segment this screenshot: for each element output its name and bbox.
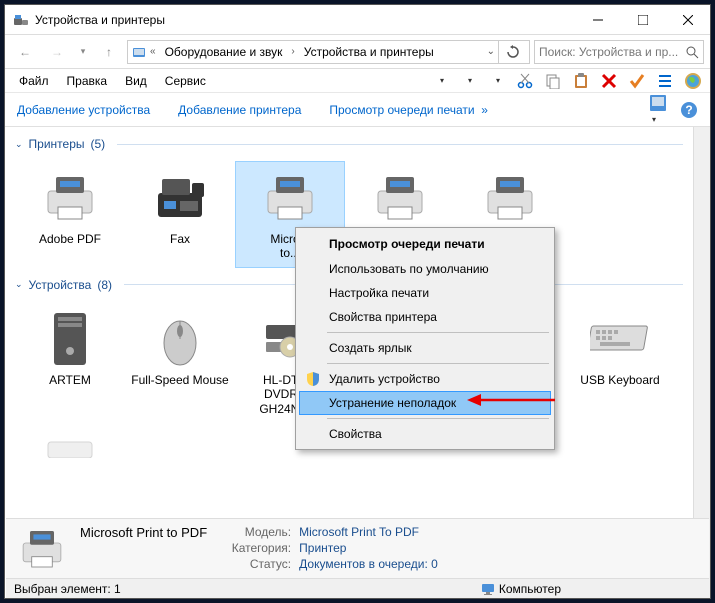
ctx-printer-props[interactable]: Свойства принтера: [299, 305, 551, 329]
menu-edit[interactable]: Правка: [59, 71, 116, 91]
view-queue-cmd[interactable]: Просмотр очереди печати »: [329, 103, 488, 117]
status-bar: Выбран элемент: 1 Компьютер: [6, 578, 709, 598]
minimize-button[interactable]: [575, 5, 620, 34]
address-bar[interactable]: « Оборудование и звук › Устройства и при…: [127, 40, 530, 64]
status-left: Выбран элемент: 1: [14, 582, 121, 596]
breadcrumb-seg[interactable]: Оборудование и звук: [159, 41, 289, 63]
shield-icon: [305, 371, 321, 387]
computer-icon: [481, 582, 495, 596]
menu-file[interactable]: Файл: [11, 71, 57, 91]
ctx-set-default[interactable]: Использовать по умолчанию: [299, 257, 551, 281]
help-button[interactable]: ?: [680, 101, 698, 119]
printer-icon-large: [18, 525, 66, 573]
device-item[interactable]: USB Keyboard: [565, 302, 675, 423]
search-placeholder: Поиск: Устройства и пр...: [539, 45, 678, 59]
address-dropdown[interactable]: ⌄: [484, 46, 498, 57]
fax-icon: [152, 173, 208, 223]
svg-text:?: ?: [685, 103, 692, 117]
copy-icon[interactable]: ▾: [486, 70, 508, 92]
maximize-button[interactable]: [620, 5, 665, 34]
ctx-print-settings[interactable]: Настройка печати: [299, 281, 551, 305]
ctx-delete-device[interactable]: Удалить устройство: [299, 367, 551, 391]
close-button[interactable]: [665, 5, 710, 34]
command-bar: Добавление устройства Добавление принтер…: [5, 93, 710, 127]
devices-icon: [13, 12, 29, 28]
details-name: Microsoft Print to PDF: [80, 525, 207, 540]
globe-icon[interactable]: [682, 70, 704, 92]
forward-button[interactable]: →: [43, 40, 71, 64]
delete-icon[interactable]: [598, 70, 620, 92]
panel-icon: [131, 44, 147, 60]
cut-icon[interactable]: [514, 70, 536, 92]
menu-tools[interactable]: Сервис: [157, 71, 214, 91]
titlebar: Устройства и принтеры: [5, 5, 710, 35]
group-printers[interactable]: ⌄ Принтеры (5): [5, 131, 693, 157]
printer-icon: [262, 173, 318, 223]
search-icon: [685, 45, 699, 59]
view-mode-button[interactable]: ▾: [650, 95, 674, 125]
ctx-header[interactable]: Просмотр очереди печати: [299, 231, 551, 257]
doc-icon[interactable]: ▾: [458, 70, 480, 92]
mouse-icon: [158, 311, 202, 367]
fax-item[interactable]: Fax: [125, 161, 235, 268]
window-title: Устройства и принтеры: [35, 13, 165, 27]
ctx-properties[interactable]: Свойства: [299, 422, 551, 446]
recent-dropdown[interactable]: ▾: [75, 40, 91, 64]
printer-icon: [372, 173, 428, 223]
printer-icon: [42, 173, 98, 223]
paste-icon[interactable]: [570, 70, 592, 92]
status-right: Компьютер: [499, 582, 561, 596]
add-printer-cmd[interactable]: Добавление принтера: [178, 103, 301, 117]
details-pane: Microsoft Print to PDF Модель:Microsoft …: [6, 518, 709, 578]
add-device-cmd[interactable]: Добавление устройства: [17, 103, 150, 117]
keyboard-icon: [590, 324, 650, 354]
device-item[interactable]: Full-Speed Mouse: [125, 302, 235, 423]
menu-view[interactable]: Вид: [117, 71, 155, 91]
pc-tower-icon: [50, 311, 90, 367]
context-menu: Просмотр очереди печати Использовать по …: [295, 227, 555, 450]
search-input[interactable]: Поиск: Устройства и пр...: [534, 40, 704, 64]
back-button[interactable]: ←: [11, 40, 39, 64]
breadcrumb-seg[interactable]: Устройства и принтеры: [298, 41, 440, 63]
copy2-icon[interactable]: [542, 70, 564, 92]
annotation-arrow: [467, 390, 557, 410]
printer-icon: [482, 173, 538, 223]
printer-item[interactable]: Adobe PDF: [15, 161, 125, 268]
refresh-button[interactable]: [498, 41, 526, 63]
device-item[interactable]: ARTEM: [15, 302, 125, 423]
fav-icon[interactable]: ▾: [430, 70, 452, 92]
device-item[interactable]: [15, 431, 125, 469]
ctx-create-shortcut[interactable]: Создать ярлык: [299, 336, 551, 360]
check-icon[interactable]: [626, 70, 648, 92]
nav-bar: ← → ▾ ↑ « Оборудование и звук › Устройст…: [5, 35, 710, 69]
menu-bar: Файл Правка Вид Сервис ▾ ▾ ▾: [5, 69, 710, 93]
list-icon[interactable]: [654, 70, 676, 92]
up-button[interactable]: ↑: [95, 40, 123, 64]
